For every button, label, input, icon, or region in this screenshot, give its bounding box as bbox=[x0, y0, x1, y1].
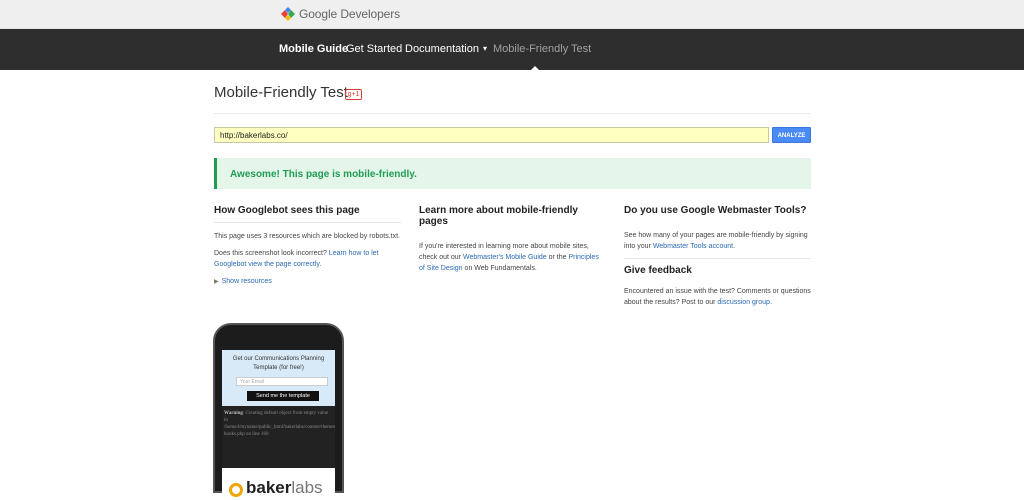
promo-send-button: Send me the template bbox=[247, 391, 319, 401]
gear-icon bbox=[229, 483, 243, 497]
webmaster-heading: Do you use Google Webmaster Tools? bbox=[624, 205, 807, 216]
php-warning: Warning: Creating default object from em… bbox=[222, 406, 335, 442]
learn-more-text-2: or the bbox=[548, 254, 567, 261]
learn-more-text-3: on Web Fundamentals. bbox=[464, 265, 537, 272]
google-developers-logo[interactable]: Google Developers bbox=[281, 7, 400, 21]
nav-documentation-label: Documentation bbox=[405, 43, 479, 55]
incorrect-screenshot-label: Does this screenshot look incorrect? bbox=[214, 250, 327, 257]
mobile-guide-link[interactable]: Webmaster's Mobile Guide bbox=[463, 254, 547, 261]
googlebot-column: How Googlebot sees this page This page u… bbox=[214, 205, 401, 285]
triangle-right-icon: ▶ bbox=[214, 279, 219, 285]
google-developers-icon bbox=[281, 7, 295, 21]
feedback-heading: Give feedback bbox=[624, 265, 692, 276]
warning-label: Warning bbox=[224, 411, 243, 416]
incorrect-screenshot-text: Does this screenshot look incorrect? Lea… bbox=[214, 248, 401, 270]
col1-divider bbox=[214, 222, 401, 223]
chevron-down-icon: ▾ bbox=[483, 44, 488, 53]
googlebot-heading: How Googlebot sees this page bbox=[214, 205, 360, 216]
col3-divider bbox=[624, 258, 811, 259]
feedback-text: Encountered an issue with the test? Comm… bbox=[624, 286, 811, 308]
logo-text: Google Developers bbox=[299, 7, 401, 21]
learn-more-heading: Learn more about mobile-friendly pages bbox=[419, 205, 578, 227]
promo-box: Get our Communications Planning Template… bbox=[222, 350, 335, 406]
gplus-button[interactable]: g+1 bbox=[345, 89, 362, 100]
feedback-text-end: . bbox=[769, 299, 772, 306]
result-message: Awesome! This page is mobile-friendly. bbox=[230, 169, 417, 180]
discussion-group-link[interactable]: discussion group bbox=[717, 299, 770, 306]
page-title: Mobile-Friendly Test bbox=[214, 84, 348, 101]
webmaster-tools-link[interactable]: Webmaster Tools account bbox=[653, 243, 733, 250]
result-banner: Awesome! This page is mobile-friendly. bbox=[214, 158, 811, 189]
title-divider bbox=[214, 113, 811, 114]
nav-active-pointer bbox=[530, 66, 540, 71]
brand-text: bakerlabs bbox=[246, 478, 323, 498]
bakerlabs-logo: bakerlabs bbox=[222, 468, 335, 500]
webmaster-text-end: . bbox=[733, 243, 736, 250]
nav-item-documentation[interactable]: Documentation ▾ bbox=[405, 43, 487, 55]
blocked-resources-text: This page uses 3 resources which are blo… bbox=[214, 233, 400, 240]
phone-preview: Get our Communications Planning Template… bbox=[213, 323, 344, 500]
analyze-button[interactable]: ANALYZE bbox=[772, 127, 811, 143]
phone-screen: Get our Communications Planning Template… bbox=[222, 350, 335, 500]
main-nav: Mobile Guide Get Started Documentation ▾ … bbox=[0, 29, 1024, 71]
learn-more-text: If you're interested in learning more ab… bbox=[419, 241, 606, 274]
webmaster-text: See how many of your pages are mobile-fr… bbox=[624, 230, 811, 252]
promo-text: Get our Communications Planning Template… bbox=[232, 356, 325, 371]
nav-item-get-started[interactable]: Get Started bbox=[346, 43, 402, 55]
webmaster-column: Do you use Google Webmaster Tools? See h… bbox=[624, 205, 811, 314]
learn-more-column: Learn more about mobile-friendly pages I… bbox=[419, 205, 606, 280]
promo-email-field: Your Email bbox=[236, 377, 328, 386]
show-resources-toggle[interactable]: ▶ Show resources bbox=[214, 278, 401, 285]
show-resources-label: Show resources bbox=[221, 278, 272, 285]
nav-item-mobile-guide[interactable]: Mobile Guide bbox=[279, 43, 348, 55]
nav-item-mobile-friendly-test[interactable]: Mobile-Friendly Test bbox=[493, 43, 591, 55]
top-bar: Google Developers bbox=[0, 0, 1024, 29]
url-input[interactable] bbox=[214, 127, 769, 143]
